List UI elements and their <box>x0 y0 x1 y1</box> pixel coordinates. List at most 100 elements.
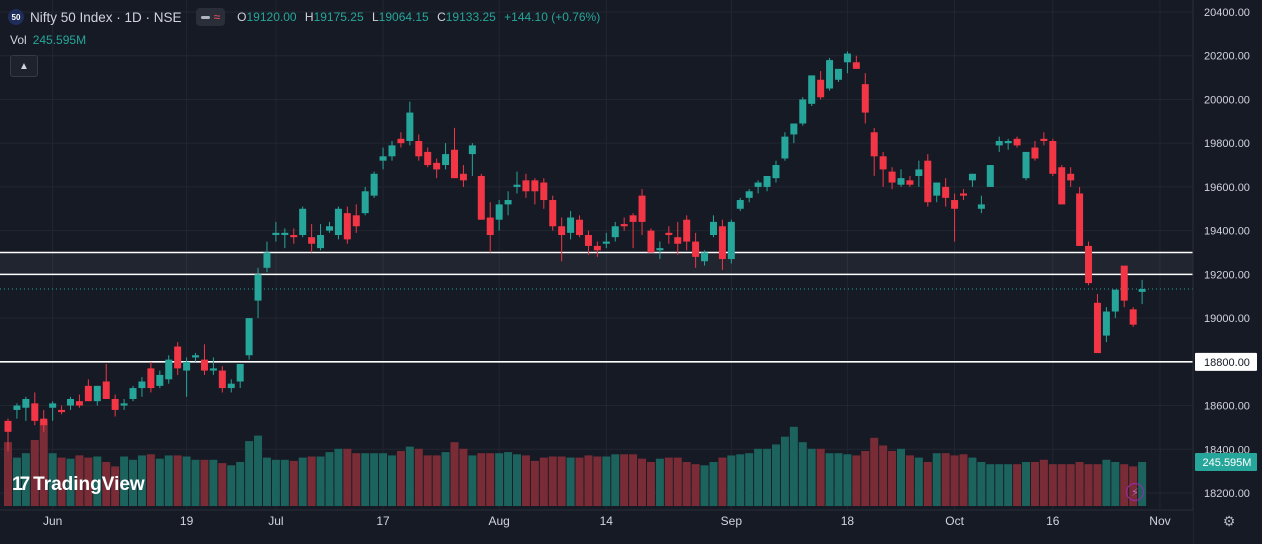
candle-body[interactable] <box>522 180 530 192</box>
candle-body[interactable] <box>620 224 628 227</box>
candle-body[interactable] <box>192 355 200 358</box>
candle-body[interactable] <box>370 173 378 196</box>
candle-body[interactable] <box>84 385 92 402</box>
candle-body[interactable] <box>1058 167 1066 205</box>
candle-body[interactable] <box>986 165 994 187</box>
candle-body[interactable] <box>808 75 816 104</box>
candle-body[interactable] <box>352 215 360 227</box>
candle-body[interactable] <box>924 160 932 203</box>
candle-body[interactable] <box>647 230 655 253</box>
candle-body[interactable] <box>156 374 164 386</box>
candle-body[interactable] <box>218 370 226 389</box>
candle-body[interactable] <box>1076 193 1084 246</box>
candle-body[interactable] <box>718 226 726 260</box>
candle-body[interactable] <box>93 385 101 402</box>
candle-body[interactable] <box>442 154 450 166</box>
candle-body[interactable] <box>31 403 39 421</box>
candle-body[interactable] <box>951 200 959 209</box>
candle-body[interactable] <box>451 149 458 179</box>
candle-body[interactable] <box>611 226 619 238</box>
candle-body[interactable] <box>1085 245 1093 284</box>
candle-body[interactable] <box>1049 140 1057 174</box>
candle-body[interactable] <box>281 232 289 236</box>
candle-body[interactable] <box>1022 151 1030 179</box>
candle-body[interactable] <box>58 409 66 413</box>
candle-body[interactable] <box>1040 138 1048 141</box>
candle-body[interactable] <box>406 112 414 141</box>
candle-body[interactable] <box>513 184 521 187</box>
candle-body[interactable] <box>67 398 75 406</box>
candle-body[interactable] <box>40 418 48 426</box>
candle-body[interactable] <box>567 217 575 233</box>
candle-body[interactable] <box>317 235 325 249</box>
candle-body[interactable] <box>995 140 1003 146</box>
candle-body[interactable] <box>308 237 316 244</box>
candle-body[interactable] <box>111 398 119 410</box>
candle-body[interactable] <box>477 175 485 220</box>
candle-body[interactable] <box>799 99 807 124</box>
candle-body[interactable] <box>299 208 307 236</box>
candlestick-chart[interactable]: 20400.00 20200.00 20000.00 19800.00 19600.00… <box>0 0 1262 544</box>
candle-body[interactable] <box>1138 289 1146 292</box>
candle-body[interactable] <box>254 274 262 301</box>
candle-body[interactable] <box>977 204 985 209</box>
candle-body[interactable] <box>415 140 423 157</box>
candle-body[interactable] <box>576 219 584 236</box>
candle-body[interactable] <box>1129 309 1137 325</box>
collapse-legend-button[interactable]: ▲ <box>10 55 38 77</box>
candle-body[interactable] <box>754 182 762 187</box>
candle-body[interactable] <box>745 191 753 198</box>
candle-body[interactable] <box>1102 311 1110 336</box>
lightning-icon[interactable]: ⚡ <box>1126 483 1144 501</box>
candle-body[interactable] <box>915 169 923 176</box>
candle-body[interactable] <box>227 383 235 389</box>
candle-body[interactable] <box>861 84 869 113</box>
candle-body[interactable] <box>593 245 601 251</box>
candle-body[interactable] <box>486 217 494 236</box>
candle-body[interactable] <box>674 237 682 244</box>
candle-body[interactable] <box>379 156 387 161</box>
candle-body[interactable] <box>245 318 253 356</box>
candle-body[interactable] <box>147 368 155 389</box>
symbol-title[interactable]: Nifty 50 Index · 1D · NSE <box>30 10 182 25</box>
candle-body[interactable] <box>584 235 592 246</box>
candle-body[interactable] <box>13 405 21 410</box>
candle-body[interactable] <box>165 359 173 380</box>
candle-body[interactable] <box>1120 265 1128 301</box>
candle-body[interactable] <box>888 171 896 183</box>
candle-body[interactable] <box>683 219 691 242</box>
candle-body[interactable] <box>656 248 664 251</box>
candle-body[interactable] <box>200 359 208 371</box>
legend-actions[interactable]: ≈ <box>195 8 226 26</box>
candle-body[interactable] <box>468 145 476 155</box>
candle-body[interactable] <box>1013 138 1021 146</box>
candle-body[interactable] <box>790 123 798 135</box>
candle-body[interactable] <box>834 68 842 80</box>
candle-body[interactable] <box>325 226 333 231</box>
wave-icon[interactable]: ≈ <box>214 11 221 23</box>
candle-body[interactable] <box>665 232 673 236</box>
candle-body[interactable] <box>49 403 57 408</box>
candle-body[interactable] <box>540 182 548 201</box>
candle-body[interactable] <box>361 191 369 214</box>
candle-body[interactable] <box>781 136 789 159</box>
candle-body[interactable] <box>817 79 825 98</box>
candle-body[interactable] <box>772 165 780 179</box>
candle-body[interactable] <box>334 208 342 236</box>
hide-icon[interactable] <box>200 15 210 19</box>
candle-body[interactable] <box>388 145 396 157</box>
candle-body[interactable] <box>531 180 539 192</box>
candle-body[interactable] <box>763 175 771 187</box>
candle-body[interactable] <box>1004 140 1012 144</box>
candle-body[interactable] <box>727 221 735 260</box>
candle-body[interactable] <box>942 186 950 198</box>
candle-body[interactable] <box>459 173 467 181</box>
candle-body[interactable] <box>4 420 12 432</box>
candle-body[interactable] <box>906 180 914 185</box>
candle-body[interactable] <box>290 235 298 238</box>
candle-body[interactable] <box>692 241 700 257</box>
candle-body[interactable] <box>424 151 432 166</box>
candle-body[interactable] <box>138 381 146 389</box>
candle-body[interactable] <box>102 381 110 399</box>
candle-body[interactable] <box>209 368 217 371</box>
